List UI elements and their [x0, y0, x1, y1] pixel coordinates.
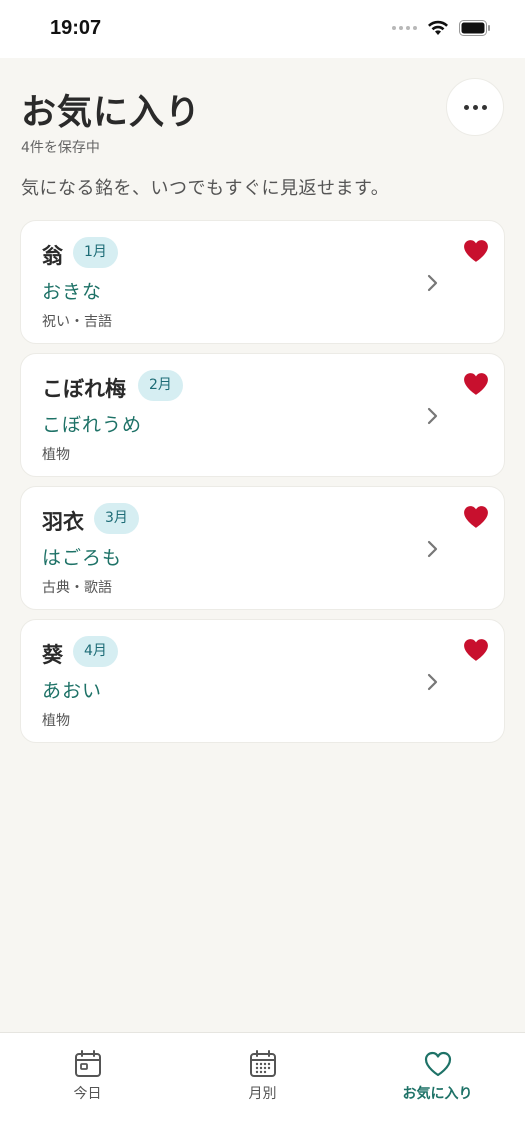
saved-count: 4件を保存中 — [21, 140, 100, 156]
more-icon — [463, 104, 469, 110]
heart-filled-icon[interactable] — [463, 505, 489, 529]
favorites-list: 翁 1月 おきな 祝い・吉語 こぼれ梅 2月 こぼれうめ 植物 羽衣 3月 はご… — [20, 220, 505, 752]
month-badge: 2月 — [138, 370, 183, 401]
battery-icon — [459, 20, 490, 36]
calendar-month-icon — [250, 1050, 276, 1077]
status-time: 19:07 — [50, 17, 102, 39]
wifi-icon — [428, 20, 448, 35]
favorite-card[interactable]: 葵 4月 あおい 植物 — [20, 619, 505, 743]
tab-label: お気に入り — [402, 1086, 473, 1102]
favorite-reading: おきな — [42, 281, 103, 303]
heart-outline-icon — [424, 1051, 452, 1077]
favorite-category: 植物 — [42, 713, 70, 729]
favorite-card[interactable]: 羽衣 3月 はごろも 古典・歌語 — [20, 486, 505, 610]
favorite-card[interactable]: こぼれ梅 2月 こぼれうめ 植物 — [20, 353, 505, 477]
chevron-right-icon — [427, 407, 438, 425]
tab-bar: 今日 月別 お気に入り — [0, 1032, 525, 1136]
favorite-name: 羽衣 — [42, 510, 84, 534]
status-bar: 19:07 — [0, 0, 525, 58]
favorite-name: 葵 — [42, 643, 63, 667]
status-icons — [392, 20, 491, 36]
signal-icon — [392, 26, 417, 30]
favorite-reading: あおい — [42, 680, 103, 702]
month-badge: 4月 — [73, 636, 118, 667]
tab-monthly[interactable]: 月別 — [175, 1033, 350, 1136]
month-badge: 1月 — [73, 237, 118, 268]
favorite-name: 翁 — [42, 244, 63, 268]
favorite-name: こぼれ梅 — [42, 377, 126, 401]
favorite-category: 植物 — [42, 447, 70, 463]
chevron-right-icon — [427, 540, 438, 558]
heart-filled-icon[interactable] — [463, 239, 489, 263]
favorite-reading: こぼれうめ — [42, 414, 143, 436]
page-title: お気に入り — [21, 93, 202, 133]
heart-filled-icon[interactable] — [463, 372, 489, 396]
favorite-card[interactable]: 翁 1月 おきな 祝い・吉語 — [20, 220, 505, 344]
favorite-reading: はごろも — [42, 547, 123, 569]
month-badge: 3月 — [94, 503, 139, 534]
chevron-right-icon — [427, 274, 438, 292]
favorite-category: 祝い・吉語 — [42, 314, 112, 330]
tab-favorites[interactable]: お気に入り — [350, 1033, 525, 1136]
page-header: お気に入り 4件を保存中 気になる銘を、いつでもすぐに見返せます。 — [0, 58, 525, 218]
tab-label: 月別 — [248, 1086, 277, 1102]
heart-filled-icon[interactable] — [463, 638, 489, 662]
tab-today[interactable]: 今日 — [0, 1033, 175, 1136]
more-options-button[interactable] — [446, 78, 504, 136]
tab-label: 今日 — [73, 1086, 102, 1102]
favorite-category: 古典・歌語 — [42, 580, 112, 596]
page-subtitle: 気になる銘を、いつでもすぐに見返せます。 — [21, 178, 390, 199]
chevron-right-icon — [427, 673, 438, 691]
calendar-today-icon — [75, 1050, 101, 1077]
